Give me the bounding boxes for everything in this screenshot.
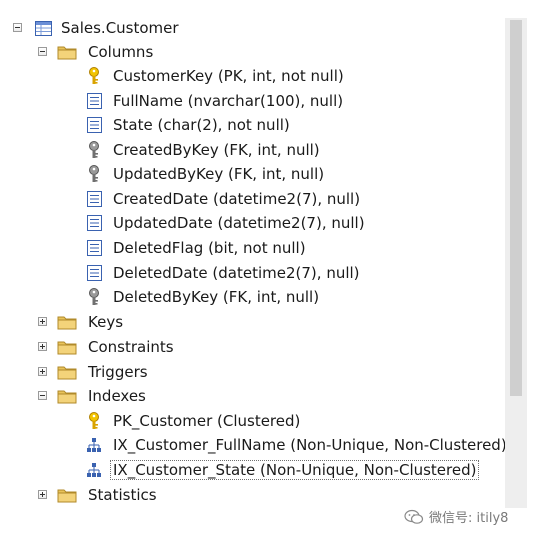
column-label: FullName (nvarchar(100), null) <box>113 92 344 110</box>
watermark-text: 微信号: itily8 <box>429 511 509 526</box>
column-label: CreatedDate (datetime2(7), null) <box>113 190 361 208</box>
statistics-label: Statistics <box>88 486 157 504</box>
expand-toggle[interactable] <box>38 367 47 376</box>
expand-toggle[interactable] <box>38 317 47 326</box>
indexes-label: Indexes <box>88 387 146 405</box>
column-icon <box>84 116 104 134</box>
primary-key-icon <box>84 412 104 430</box>
column-label: UpdatedByKey (FK, int, null) <box>113 165 325 183</box>
foreign-key-icon <box>84 141 104 159</box>
expand-toggle[interactable] <box>38 342 47 351</box>
folder-icon <box>57 313 77 331</box>
primary-key-icon <box>84 67 104 85</box>
folder-icon <box>57 338 77 356</box>
selection-focus-rect: IX_Customer_State (Non-Unique, Non-Clust… <box>110 460 480 480</box>
table-icon <box>33 19 53 37</box>
object-explorer-tree: Sales.Customer Columns CustomerKey (PK, … <box>0 0 507 544</box>
column-label: DeletedDate (datetime2(7), null) <box>113 264 360 282</box>
collapse-toggle[interactable] <box>38 391 47 400</box>
index-icon <box>84 461 104 479</box>
column-icon <box>84 239 104 257</box>
folder-icon <box>57 387 77 405</box>
column-label: CustomerKey (PK, int, not null) <box>113 67 344 85</box>
index-icon <box>84 436 104 454</box>
foreign-key-icon <box>84 165 104 183</box>
column-label: State (char(2), not null) <box>113 116 290 134</box>
collapse-toggle[interactable] <box>13 23 22 32</box>
folder-icon <box>57 363 77 381</box>
column-icon <box>84 190 104 208</box>
column-icon <box>84 92 104 110</box>
columns-label: Columns <box>88 43 154 61</box>
wechat-icon <box>404 509 424 524</box>
column-label: DeletedFlag (bit, not null) <box>113 239 306 257</box>
column-label: CreatedByKey (FK, int, null) <box>113 141 320 159</box>
folder-icon <box>57 43 77 61</box>
table-label: Sales.Customer <box>61 19 179 37</box>
index-label: IX_Customer_FullName (Non-Unique, Non-Cl… <box>113 436 507 454</box>
expand-toggle[interactable] <box>38 490 47 499</box>
column-icon <box>84 214 104 232</box>
collapse-toggle[interactable] <box>38 47 47 56</box>
index-label: IX_Customer_State (Non-Unique, Non-Clust… <box>110 460 480 480</box>
constraints-label: Constraints <box>88 338 174 356</box>
index-label: PK_Customer (Clustered) <box>113 412 301 430</box>
triggers-label: Triggers <box>88 363 148 381</box>
folder-icon <box>57 486 77 504</box>
keys-label: Keys <box>88 313 124 331</box>
column-label: UpdatedDate (datetime2(7), null) <box>113 214 365 232</box>
column-label: DeletedByKey (FK, int, null) <box>113 288 320 306</box>
foreign-key-icon <box>84 288 104 306</box>
vertical-scrollbar-thumb[interactable] <box>510 20 522 396</box>
wechat-watermark: 微信号: itily8 <box>404 507 508 526</box>
column-icon <box>84 264 104 282</box>
